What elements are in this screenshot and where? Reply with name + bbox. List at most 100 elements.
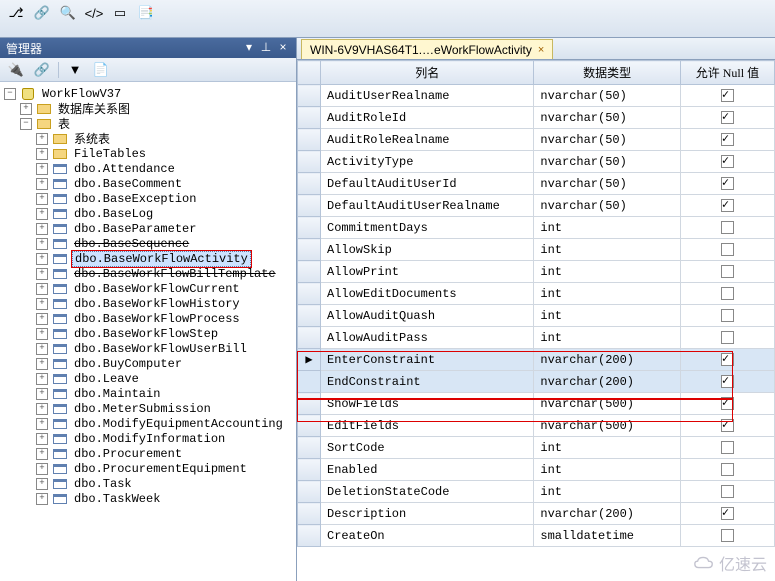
cell-data-type[interactable]: int xyxy=(534,305,680,327)
tree-node[interactable]: +dbo.ModifyInformation xyxy=(2,431,294,446)
expander-icon[interactable]: + xyxy=(36,238,48,250)
row-header[interactable] xyxy=(298,481,321,503)
cell-allow-null[interactable] xyxy=(680,503,774,525)
expander-icon[interactable]: + xyxy=(20,103,32,115)
expander-icon[interactable]: + xyxy=(36,253,48,265)
tree-node[interactable]: +dbo.BaseWorkFlowStep xyxy=(2,326,294,341)
cell-data-type[interactable]: nvarchar(200) xyxy=(534,503,680,525)
tree-node[interactable]: −表 xyxy=(2,116,294,131)
cell-allow-null[interactable] xyxy=(680,283,774,305)
tree-node[interactable]: +dbo.BaseParameter xyxy=(2,221,294,236)
table-row[interactable]: AuditRoleIdnvarchar(50) xyxy=(298,107,775,129)
tree-node[interactable]: +FileTables xyxy=(2,146,294,161)
cell-data-type[interactable]: int xyxy=(534,283,680,305)
cell-column-name[interactable]: CreateOn xyxy=(321,525,534,547)
checkbox[interactable] xyxy=(721,133,734,146)
col-header-name[interactable]: 列名 xyxy=(321,61,534,85)
cell-column-name[interactable]: AllowAuditQuash xyxy=(321,305,534,327)
cell-data-type[interactable]: nvarchar(200) xyxy=(534,349,680,371)
cell-allow-null[interactable] xyxy=(680,349,774,371)
cell-allow-null[interactable] xyxy=(680,327,774,349)
cell-allow-null[interactable] xyxy=(680,217,774,239)
tree-node[interactable]: +dbo.BuyComputer xyxy=(2,356,294,371)
expander-icon[interactable]: + xyxy=(36,433,48,445)
cell-allow-null[interactable] xyxy=(680,437,774,459)
checkbox[interactable] xyxy=(721,287,734,300)
cell-data-type[interactable]: int xyxy=(534,261,680,283)
cell-allow-null[interactable] xyxy=(680,107,774,129)
close-icon[interactable]: × xyxy=(276,41,290,55)
cell-column-name[interactable]: AllowSkip xyxy=(321,239,534,261)
tree-node[interactable]: +dbo.BaseWorkFlowBillTemplate xyxy=(2,266,294,281)
expander-icon[interactable]: + xyxy=(36,343,48,355)
window-icon[interactable]: ▭ xyxy=(110,3,130,23)
row-header[interactable] xyxy=(298,261,321,283)
checkbox[interactable] xyxy=(721,397,734,410)
cell-column-name[interactable]: EditFields xyxy=(321,415,534,437)
expander-icon[interactable]: + xyxy=(36,388,48,400)
bookmark-icon[interactable]: 📑 xyxy=(136,3,156,23)
cell-allow-null[interactable] xyxy=(680,481,774,503)
expander-icon[interactable]: + xyxy=(36,283,48,295)
pin-icon[interactable]: ⊥ xyxy=(259,41,273,55)
row-header[interactable] xyxy=(298,415,321,437)
cell-data-type[interactable]: nvarchar(50) xyxy=(534,173,680,195)
row-header[interactable] xyxy=(298,305,321,327)
expander-icon[interactable]: − xyxy=(20,118,32,130)
checkbox[interactable] xyxy=(721,529,734,542)
col-header-null[interactable]: 允许 Null 值 xyxy=(680,61,774,85)
tree-node[interactable]: +dbo.BaseComment xyxy=(2,176,294,191)
cell-data-type[interactable]: nvarchar(50) xyxy=(534,151,680,173)
tree-node[interactable]: +系统表 xyxy=(2,131,294,146)
tree-node[interactable]: +dbo.Maintain xyxy=(2,386,294,401)
row-header[interactable] xyxy=(298,107,321,129)
cell-column-name[interactable]: DeletionStateCode xyxy=(321,481,534,503)
row-header[interactable] xyxy=(298,371,321,393)
table-row[interactable]: SortCodeint xyxy=(298,437,775,459)
xml-icon[interactable]: </> xyxy=(84,3,104,23)
checkbox[interactable] xyxy=(721,177,734,190)
cell-data-type[interactable]: nvarchar(200) xyxy=(534,371,680,393)
cell-column-name[interactable]: AuditRoleId xyxy=(321,107,534,129)
checkbox[interactable] xyxy=(721,463,734,476)
tree-node-database[interactable]: − WorkFlowV37 xyxy=(2,86,294,101)
expander-icon[interactable]: + xyxy=(36,268,48,280)
cell-allow-null[interactable] xyxy=(680,305,774,327)
cell-allow-null[interactable] xyxy=(680,415,774,437)
expander-icon[interactable]: + xyxy=(36,358,48,370)
expander-icon[interactable]: + xyxy=(36,313,48,325)
table-row[interactable]: Enabledint xyxy=(298,459,775,481)
expander-icon[interactable]: + xyxy=(36,148,48,160)
row-header[interactable]: ▶ xyxy=(298,349,321,371)
cell-column-name[interactable]: EndConstraint xyxy=(321,371,534,393)
row-header[interactable] xyxy=(298,239,321,261)
cell-data-type[interactable]: int xyxy=(534,239,680,261)
tree-node[interactable]: +dbo.BaseWorkFlowActivity xyxy=(2,251,294,266)
row-header[interactable] xyxy=(298,283,321,305)
expander-icon[interactable]: + xyxy=(36,193,48,205)
checkbox[interactable] xyxy=(721,419,734,432)
cell-data-type[interactable]: smalldatetime xyxy=(534,525,680,547)
checkbox[interactable] xyxy=(721,441,734,454)
tree-node[interactable]: +dbo.ModifyEquipmentAccounting xyxy=(2,416,294,431)
tree-node[interactable]: +dbo.Procurement xyxy=(2,446,294,461)
row-header[interactable] xyxy=(298,459,321,481)
row-header[interactable] xyxy=(298,195,321,217)
expander-icon[interactable]: + xyxy=(36,163,48,175)
row-header[interactable] xyxy=(298,173,321,195)
tree-node[interactable]: +dbo.Leave xyxy=(2,371,294,386)
row-header[interactable] xyxy=(298,327,321,349)
tree-node[interactable]: +dbo.BaseWorkFlowHistory xyxy=(2,296,294,311)
checkbox[interactable] xyxy=(721,265,734,278)
tree-node[interactable]: +dbo.Attendance xyxy=(2,161,294,176)
table-row[interactable]: DefaultAuditUserIdnvarchar(50) xyxy=(298,173,775,195)
cell-column-name[interactable]: DefaultAuditUserId xyxy=(321,173,534,195)
cell-data-type[interactable]: int xyxy=(534,327,680,349)
tree-node[interactable]: +dbo.BaseWorkFlowCurrent xyxy=(2,281,294,296)
table-row[interactable]: EditFieldsnvarchar(500) xyxy=(298,415,775,437)
checkbox[interactable] xyxy=(721,111,734,124)
cell-column-name[interactable]: ShowFields xyxy=(321,393,534,415)
table-row[interactable]: ▶EnterConstraintnvarchar(200) xyxy=(298,349,775,371)
table-row[interactable]: CreateOnsmalldatetime xyxy=(298,525,775,547)
checkbox[interactable] xyxy=(721,375,734,388)
